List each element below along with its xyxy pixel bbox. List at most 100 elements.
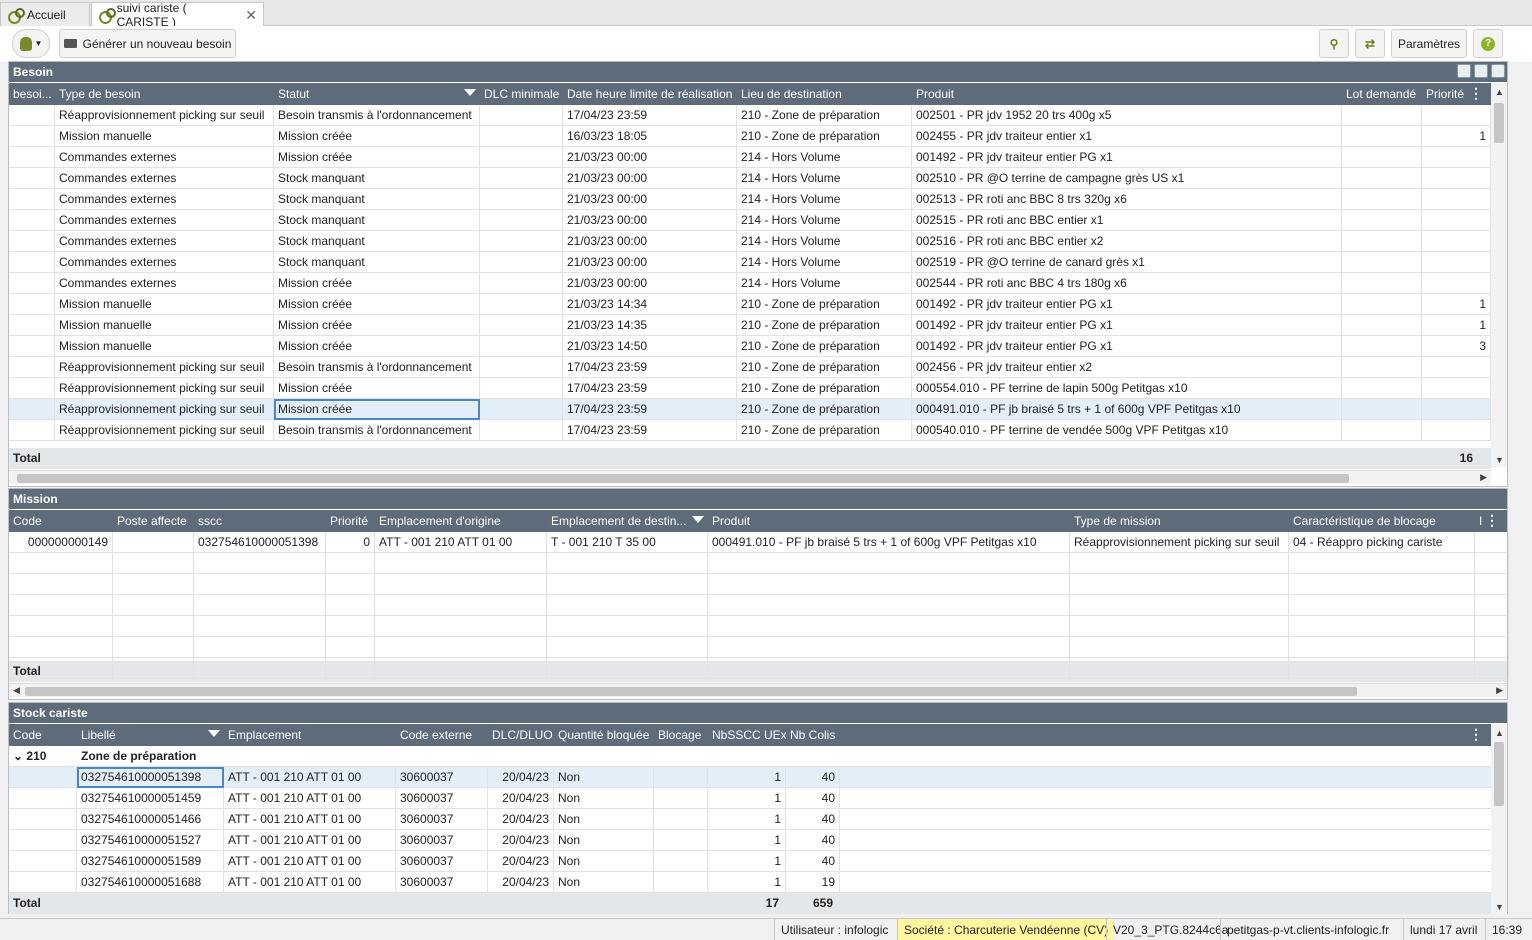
tab-accueil[interactable]: Accueil bbox=[0, 2, 90, 26]
column-menu-icon[interactable]: ⋮ bbox=[1469, 85, 1483, 102]
besoin-table-row[interactable]: Réapprovisionnement picking sur seuil Mis… bbox=[9, 378, 1491, 399]
pointer-menu-button[interactable]: ▼ bbox=[12, 29, 50, 58]
generate-need-button[interactable]: Générer un nouveau besoin bbox=[59, 29, 236, 58]
stock-table-row[interactable]: 032754610000051398 ATT - 001 210 ATT 01 0… bbox=[9, 767, 1491, 788]
besoin-hscroll[interactable]: ▶ bbox=[9, 470, 1491, 484]
stock-cell: 40 bbox=[786, 851, 840, 872]
stock-table-row[interactable]: 032754610000051688 ATT - 001 210 ATT 01 0… bbox=[9, 872, 1491, 893]
stock-cell bbox=[9, 851, 77, 872]
mission-col-header[interactable]: Code bbox=[9, 510, 113, 532]
stock-col-header[interactable]: Blocage bbox=[654, 724, 708, 746]
stock-col-header[interactable]: Nb Colis bbox=[786, 724, 840, 746]
besoin-table-row[interactable]: Réapprovisionnement picking sur seuil Bes… bbox=[9, 357, 1491, 378]
refresh-button[interactable]: ⇄ bbox=[1355, 29, 1385, 58]
mission-table-row[interactable] bbox=[9, 553, 1509, 574]
mission-table-row[interactable] bbox=[9, 595, 1509, 616]
mission-col-header[interactable]: Priorité bbox=[326, 510, 375, 532]
parameters-button[interactable]: Paramètres bbox=[1391, 29, 1467, 58]
filter-icon[interactable] bbox=[692, 516, 704, 523]
pin-button[interactable]: ⚲ bbox=[1319, 29, 1349, 58]
stock-vscroll[interactable]: ▲ ▼ bbox=[1491, 724, 1507, 914]
tab-suivi-cariste[interactable]: suivi cariste ( CARISTE ) ✕ bbox=[91, 1, 264, 29]
stock-table-row[interactable]: 032754610000051466 ATT - 001 210 ATT 01 0… bbox=[9, 809, 1491, 830]
stock-table-row[interactable]: 032754610000051527 ATT - 001 210 ATT 01 0… bbox=[9, 830, 1491, 851]
besoin-col-header[interactable]: Produit bbox=[912, 83, 1342, 105]
mission-col-header[interactable]: sscc bbox=[194, 510, 326, 532]
besoin-col-header[interactable]: Lot demandé bbox=[1342, 83, 1422, 105]
filter-icon[interactable] bbox=[208, 730, 220, 737]
help-button[interactable]: ? bbox=[1473, 29, 1503, 58]
besoin-col-header[interactable]: DLC minimale bbox=[480, 83, 563, 105]
besoin-cell bbox=[1342, 315, 1422, 336]
mission-cell: 032754610000051398 bbox=[194, 532, 326, 553]
mission-cell bbox=[708, 574, 1070, 595]
mission-col-header[interactable]: Poste affecte bbox=[113, 510, 194, 532]
mission-table-row[interactable] bbox=[9, 574, 1509, 595]
stock-header-row: Code Libellé Emplacement Code externe DLC/DL… bbox=[9, 724, 1491, 746]
besoin-table-row[interactable]: Mission manuelle Mission créée 21/03/23 14… bbox=[9, 315, 1491, 336]
besoin-cell bbox=[1342, 294, 1422, 315]
besoin-cell: Commandes externes bbox=[55, 231, 274, 252]
besoin-table-row[interactable]: Réapprovisionnement picking sur seuil Bes… bbox=[9, 105, 1491, 126]
besoin-col-header[interactable]: besoi... bbox=[9, 83, 55, 105]
mission-table-row[interactable]: 000000000149 032754610000051398 0 ATT - 001… bbox=[9, 532, 1509, 553]
mission-cell bbox=[1475, 616, 1509, 637]
besoin-table-row[interactable]: Mission manuelle Mission créée 16/03/23 18… bbox=[9, 126, 1491, 147]
stock-cell: 30600037 bbox=[396, 851, 488, 872]
hand-pointer-icon bbox=[19, 36, 32, 51]
stock-col-header[interactable]: Code externe bbox=[396, 724, 488, 746]
besoin-col-header[interactable]: Lieu de destination bbox=[737, 83, 912, 105]
besoin-cell: 002516 - PR roti anc BBC entier x2 bbox=[912, 231, 1342, 252]
besoin-vscroll[interactable]: ▲ ▼ bbox=[1491, 83, 1507, 467]
help-icon[interactable] bbox=[1491, 64, 1505, 78]
stock-cell: 1 bbox=[708, 767, 786, 788]
stock-table-row[interactable]: 032754610000051459 ATT - 001 210 ATT 01 0… bbox=[9, 788, 1491, 809]
besoin-table-row[interactable]: Réapprovisionnement picking sur seuil Mis… bbox=[9, 399, 1491, 420]
besoin-table-row[interactable]: Commandes externes Stock manquant 21/03/23… bbox=[9, 210, 1491, 231]
restore-icon[interactable] bbox=[1474, 64, 1488, 78]
besoin-col-header[interactable]: Date heure limite de réalisation bbox=[563, 83, 737, 105]
besoin-table-row[interactable]: Mission manuelle Mission créée 21/03/23 14… bbox=[9, 336, 1491, 357]
besoin-table-row[interactable]: Commandes externes Mission créée 21/03/23 … bbox=[9, 147, 1491, 168]
besoin-table-row[interactable]: Commandes externes Stock manquant 21/03/23… bbox=[9, 168, 1491, 189]
mission-table-row[interactable] bbox=[9, 658, 1509, 679]
stock-col-header[interactable]: Libellé bbox=[77, 724, 224, 746]
column-menu-icon[interactable]: ⋮ bbox=[1485, 512, 1499, 529]
mission-table-row[interactable] bbox=[9, 637, 1509, 658]
close-icon[interactable]: ✕ bbox=[245, 7, 257, 24]
stock-table-row[interactable]: 032754610000051589 ATT - 001 210 ATT 01 0… bbox=[9, 851, 1491, 872]
besoin-cell: 002501 - PR jdv 1952 20 trs 400g x5 bbox=[912, 105, 1342, 126]
besoin-table-row[interactable]: Réapprovisionnement picking sur seuil Bes… bbox=[9, 420, 1491, 441]
besoin-col-header[interactable]: Type de besoin bbox=[55, 83, 274, 105]
mission-cell bbox=[547, 658, 708, 679]
mission-col-header[interactable]: Caractéristique de blocage bbox=[1289, 510, 1475, 532]
pin-icon[interactable] bbox=[1457, 64, 1471, 78]
stock-col-header[interactable]: Emplacement bbox=[224, 724, 396, 746]
besoin-table-row[interactable]: Mission manuelle Mission créée 21/03/23 14… bbox=[9, 294, 1491, 315]
besoin-cell bbox=[1422, 273, 1491, 294]
besoin-title: Besoin bbox=[13, 65, 54, 79]
mission-hscroll[interactable]: ◀ ▶ bbox=[9, 683, 1507, 697]
stock-cell bbox=[654, 872, 708, 893]
group-row[interactable]: ⌄ 210 Zone de préparation bbox=[9, 746, 1491, 767]
mission-col-header[interactable]: Type de mission bbox=[1070, 510, 1289, 532]
mission-col-header[interactable]: Produit bbox=[708, 510, 1070, 532]
besoin-cell: Mission manuelle bbox=[55, 315, 274, 336]
mission-table-row[interactable] bbox=[9, 616, 1509, 637]
besoin-table-row[interactable]: Commandes externes Stock manquant 21/03/23… bbox=[9, 231, 1491, 252]
stock-col-header[interactable]: DLC/DLUO bbox=[488, 724, 554, 746]
besoin-cell: 002515 - PR roti anc BBC entier x1 bbox=[912, 210, 1342, 231]
besoin-table-row[interactable]: Commandes externes Stock manquant 21/03/23… bbox=[9, 189, 1491, 210]
besoin-table-row[interactable]: Commandes externes Mission créée 21/03/23 … bbox=[9, 273, 1491, 294]
besoin-cell bbox=[480, 357, 563, 378]
mission-col-header[interactable]: Emplacement de destin... bbox=[547, 510, 708, 532]
stock-col-header[interactable]: Quantité bloquée bbox=[554, 724, 654, 746]
besoin-cell: Stock manquant bbox=[274, 231, 480, 252]
stock-col-header[interactable]: Code bbox=[9, 724, 77, 746]
column-menu-icon[interactable]: ⋮ bbox=[1469, 726, 1483, 743]
filter-icon[interactable] bbox=[464, 89, 476, 96]
besoin-col-header[interactable]: Statut bbox=[274, 83, 480, 105]
mission-col-header[interactable]: Emplacement d'origine bbox=[375, 510, 547, 532]
besoin-table-row[interactable]: Commandes externes Stock manquant 21/03/23… bbox=[9, 252, 1491, 273]
stock-col-header[interactable]: NbSSCC UEx bbox=[708, 724, 786, 746]
